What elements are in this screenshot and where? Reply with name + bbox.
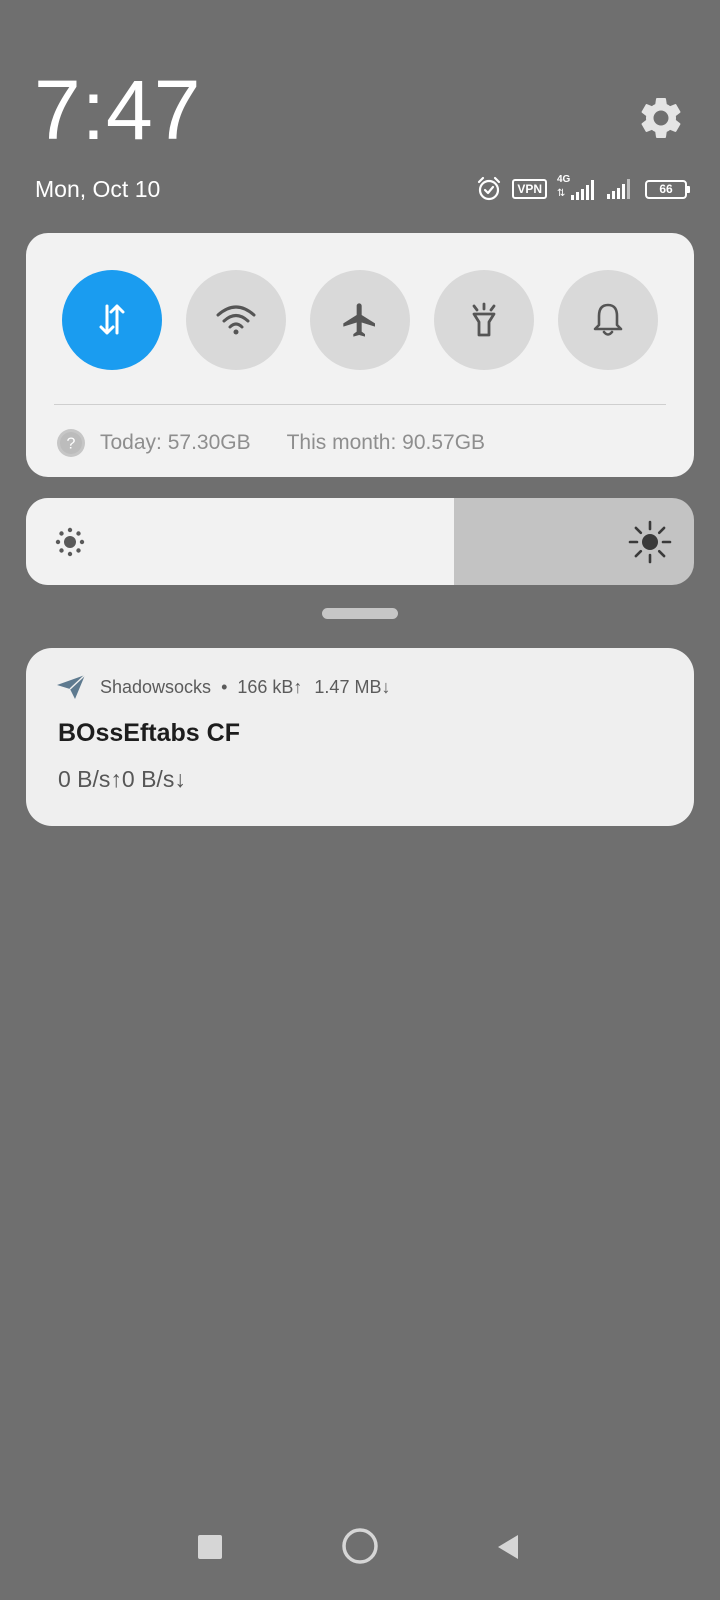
data-transfer-icon: [99, 304, 125, 335]
clock[interactable]: 7:47: [34, 68, 202, 152]
separator-dot: •: [221, 676, 228, 697]
notification-card[interactable]: Shadowsocks • 166 kB↑ 1.47 MB↓ BOssEftab…: [26, 648, 694, 826]
quick-settings-panel: ? Today: 57.30GB This month: 90.57GB: [26, 233, 694, 477]
notification-upload: 166 kB↑: [237, 676, 303, 697]
sound-toggle[interactable]: [558, 270, 658, 370]
paper-plane-icon: [57, 674, 86, 699]
home-button[interactable]: [335, 1521, 385, 1571]
back-triangle-icon: [498, 1535, 518, 1559]
notification-title: BOssEftabs CF: [58, 719, 240, 747]
signal-4g-icon: 4G ⇅: [557, 174, 597, 202]
settings-button[interactable]: [636, 93, 686, 143]
usage-today: Today: 57.30GB: [100, 431, 251, 454]
svg-text:?: ?: [67, 436, 76, 453]
brightness-slider[interactable]: [26, 498, 694, 585]
network-label: 4G: [557, 174, 571, 185]
data-usage[interactable]: ? Today: 57.30GB This month: 90.57GB: [56, 426, 485, 460]
back-button[interactable]: [484, 1523, 532, 1571]
gear-icon: [641, 97, 681, 138]
usage-month: This month: 90.57GB: [286, 431, 486, 454]
mobile-data-toggle[interactable]: [62, 270, 162, 370]
drag-handle[interactable]: [322, 608, 398, 619]
airplane-mode-toggle[interactable]: [310, 270, 410, 370]
notification-download: 1.47 MB↓: [314, 676, 391, 697]
brightness-fill: [26, 498, 454, 585]
date[interactable]: Mon, Oct 10: [35, 176, 160, 203]
brightness-low-icon: [55, 527, 85, 557]
bell-icon: [593, 303, 623, 336]
wifi-icon: [216, 305, 256, 335]
brightness-high-icon: [628, 520, 672, 564]
help-icon[interactable]: ?: [56, 428, 86, 458]
wifi-toggle[interactable]: [186, 270, 286, 370]
status-header: 7:47 Mon, Oct 10 VPN 4G ⇅ 66: [0, 0, 720, 215]
navigation-bar: [0, 1515, 720, 1590]
battery-level: 66: [659, 182, 673, 196]
notification-header: Shadowsocks • 166 kB↑ 1.47 MB↓: [56, 672, 390, 702]
vpn-icon: VPN: [512, 179, 547, 199]
alarm-icon: [478, 176, 501, 201]
circle-icon: [342, 1528, 378, 1564]
notification-app-name: Shadowsocks: [100, 676, 212, 697]
notification-body: 0 B/s↑0 B/s↓: [58, 766, 186, 792]
divider: [54, 404, 666, 405]
vpn-label: VPN: [517, 182, 542, 196]
status-icons: VPN 4G ⇅ 66: [476, 174, 690, 204]
signal-icon: [607, 179, 630, 199]
airplane-icon: [343, 303, 375, 337]
recents-button[interactable]: [186, 1523, 234, 1571]
square-icon: [198, 1535, 222, 1559]
data-arrows-icon: ⇅: [557, 188, 566, 199]
flashlight-icon: [472, 302, 496, 337]
flashlight-toggle[interactable]: [434, 270, 534, 370]
battery-icon: 66: [645, 179, 690, 199]
